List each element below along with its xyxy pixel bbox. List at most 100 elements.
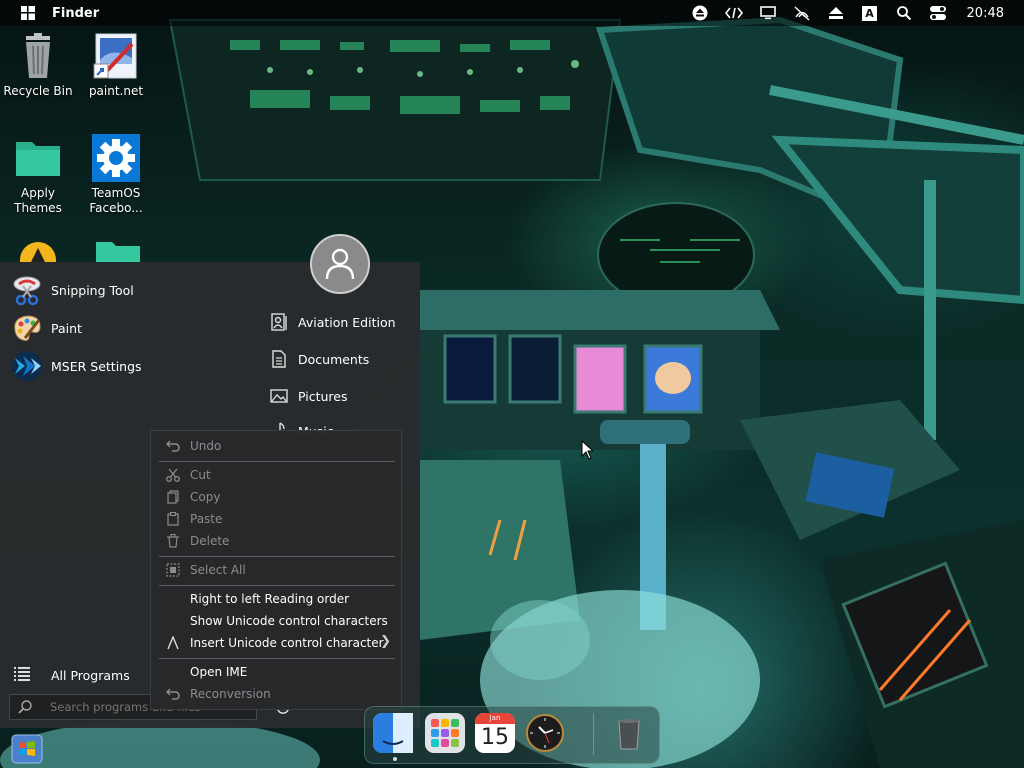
menu-item-label: Right to left Reading order	[190, 592, 350, 606]
calendar-day: 15	[481, 725, 509, 750]
start-button[interactable]	[10, 733, 44, 765]
menu-item-label: Insert Unicode control character	[190, 636, 384, 650]
mouse-cursor-icon	[581, 440, 593, 460]
menu-item-copy[interactable]: Copy	[151, 486, 401, 508]
calendar-icon[interactable]: Jan 15	[475, 713, 515, 753]
list-icon	[14, 666, 34, 684]
start-item-label: Snipping Tool	[51, 282, 134, 298]
user-avatar[interactable]	[310, 234, 370, 294]
search-icon[interactable]	[887, 0, 921, 26]
chevron-right-icon: ❯	[380, 634, 391, 649]
desktop-icon-label: TeamOS Facebo...	[89, 186, 143, 215]
all-programs-label: All Programs	[51, 667, 130, 683]
input-method-label: A	[862, 5, 878, 21]
menu-item-paste[interactable]: Paste	[151, 508, 401, 530]
desktop-icon-label: paint.net	[88, 84, 144, 98]
menu-item-label: Copy	[190, 490, 221, 504]
undo-icon	[161, 440, 185, 452]
eject-icon[interactable]	[819, 0, 853, 26]
menu-item-open-ime[interactable]: Open IME	[151, 661, 401, 683]
user-folder-icon	[270, 313, 288, 331]
reconversion-icon	[161, 688, 185, 700]
menu-item-show-unicode[interactable]: Show Unicode control characters	[151, 610, 401, 632]
windows-orb-icon	[11, 734, 43, 764]
dock-separator	[593, 713, 594, 755]
document-icon	[270, 350, 288, 368]
all-programs-button[interactable]: All Programs	[14, 664, 130, 686]
clock-icon[interactable]	[525, 713, 565, 753]
input-method-icon[interactable]: A	[853, 0, 887, 26]
launchpad-icon[interactable]	[425, 713, 465, 753]
eject-circle-icon[interactable]	[683, 0, 717, 26]
start-place-aviation-edition[interactable]: Aviation Edition	[270, 307, 396, 337]
menu-item-select-all[interactable]: Select All	[151, 559, 401, 581]
partial-folder-icon	[94, 240, 142, 262]
start-item-snipping-tool[interactable]: Snipping Tool	[10, 273, 134, 307]
monitor-icon[interactable]	[751, 0, 785, 26]
start-item-label: Paint	[51, 320, 82, 336]
desktop-icon-paintnet[interactable]: paint.net	[78, 32, 154, 99]
menu-item-insert-unicode[interactable]: Insert Unicode control character ❯	[151, 632, 401, 654]
gear-icon	[92, 134, 140, 182]
menu-item-label: Show Unicode control characters	[190, 614, 388, 628]
top-menu-bar: Finder A 20:48	[0, 0, 1024, 26]
menu-separator	[159, 461, 395, 462]
dock: Jan 15	[364, 706, 660, 764]
start-place-pictures[interactable]: Pictures	[270, 381, 348, 411]
trash-icon	[161, 534, 185, 548]
desktop-icon-label: Apply Themes	[14, 186, 62, 215]
menu-item-rtl-reading-order[interactable]: Right to left Reading order	[151, 588, 401, 610]
menu-item-label: Select All	[190, 563, 246, 577]
menu-item-label: Open IME	[190, 665, 248, 679]
caret-icon	[161, 636, 185, 650]
start-item-label: MSER Settings	[51, 358, 142, 374]
recycle-bin-icon	[14, 32, 62, 80]
mute-icon[interactable]	[785, 0, 819, 26]
place-label: Documents	[298, 351, 370, 367]
control-center-icon[interactable]	[921, 0, 955, 26]
desktop-icon-label: Recycle Bin	[3, 84, 73, 98]
partial-desktop-icon	[18, 240, 58, 262]
active-app-name[interactable]: Finder	[52, 6, 99, 21]
folder-icon	[14, 134, 62, 182]
scissors-icon	[161, 468, 185, 482]
code-icon[interactable]	[717, 0, 751, 26]
start-item-mser-settings[interactable]: MSER Settings	[10, 349, 142, 383]
paste-icon	[161, 512, 185, 526]
start-item-paint[interactable]: Paint	[10, 311, 82, 345]
paint-icon	[10, 311, 44, 345]
calendar-month: Jan	[475, 713, 515, 724]
menu-separator	[159, 585, 395, 586]
menu-item-label: Delete	[190, 534, 230, 548]
start-place-documents[interactable]: Documents	[270, 344, 369, 374]
search-icon	[14, 700, 36, 714]
snipping-tool-icon	[10, 273, 44, 307]
copy-icon	[161, 490, 185, 504]
text-context-menu: Undo Cut Copy Paste Delete Select All Ri…	[150, 430, 402, 710]
place-label: Pictures	[298, 388, 348, 404]
desktop-icon-recycle-bin[interactable]: Recycle Bin	[0, 32, 76, 99]
place-label: Aviation Edition	[298, 314, 396, 330]
menu-item-delete[interactable]: Delete	[151, 530, 401, 552]
desktop-icon-apply-themes[interactable]: Apply Themes	[0, 134, 76, 216]
desktop-icon-teamos[interactable]: TeamOS Facebo...	[78, 134, 154, 216]
finder-icon[interactable]	[373, 713, 413, 753]
mser-settings-icon	[10, 349, 44, 383]
picture-icon	[270, 387, 288, 405]
trash-icon[interactable]	[609, 713, 649, 753]
menu-item-undo[interactable]: Undo	[151, 435, 401, 457]
menu-item-label: Cut	[190, 468, 211, 482]
menu-separator	[159, 658, 395, 659]
menu-item-reconversion[interactable]: Reconversion	[151, 683, 401, 705]
paintnet-icon	[92, 32, 140, 80]
menu-separator	[159, 556, 395, 557]
dock-running-indicator	[393, 757, 397, 761]
menu-item-cut[interactable]: Cut	[151, 464, 401, 486]
windows-logo-icon[interactable]	[20, 5, 36, 21]
system-tray: A 20:48	[683, 0, 1024, 26]
menu-item-label: Paste	[190, 512, 223, 526]
menu-item-label: Reconversion	[190, 687, 271, 701]
select-all-icon	[161, 563, 185, 577]
clock[interactable]: 20:48	[967, 6, 1004, 21]
menu-item-label: Undo	[190, 439, 222, 453]
